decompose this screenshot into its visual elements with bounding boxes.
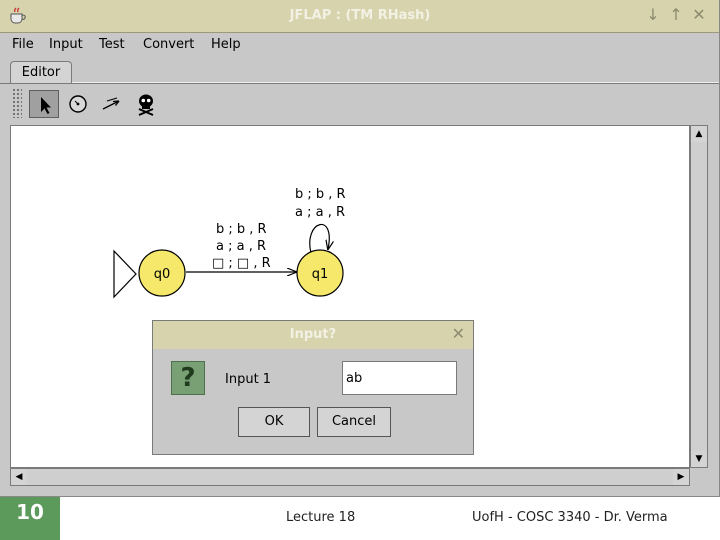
state-circle-icon	[69, 95, 87, 113]
transition-label: a ; a , R	[295, 205, 345, 220]
tab-divider	[0, 83, 719, 84]
deleter-tool[interactable]	[131, 90, 161, 118]
input-string-field[interactable]	[342, 361, 457, 395]
question-icon: ?	[171, 361, 205, 395]
slide-footer-lecture: Lecture 18	[286, 510, 356, 525]
scroll-down-icon[interactable]: ▼	[691, 451, 707, 467]
initial-state-triangle	[113, 249, 137, 299]
window-title: JFLAP : (TM RHash)	[289, 8, 431, 23]
maximize-icon[interactable]: ↑	[667, 6, 685, 24]
transition-label: b ; b , R	[295, 187, 346, 202]
dialog-title: Input?	[289, 327, 337, 342]
transition-label: b ; b , R	[216, 222, 267, 237]
menu-convert[interactable]: Convert	[143, 37, 194, 52]
state-q0[interactable]: q0	[138, 249, 186, 297]
state-creator-tool[interactable]	[63, 90, 93, 118]
arrow-pointer-icon	[41, 97, 51, 114]
transition-label: □ ; □ , R	[212, 256, 271, 271]
tab-divider-highlight	[72, 82, 719, 83]
skull-icon	[138, 94, 154, 116]
transition-creator-tool[interactable]	[97, 90, 127, 118]
state-q0-label: q0	[154, 267, 171, 282]
menu-bar: File Input Test Convert Help	[0, 32, 719, 58]
menu-help[interactable]: Help	[211, 37, 241, 52]
title-bar[interactable]: JFLAP : (TM RHash) ↓ ↑ ✕	[0, 0, 719, 33]
toolbar-grip[interactable]	[12, 88, 22, 118]
transition-label: a ; a , R	[216, 239, 266, 254]
slide-footer-author: UofH - COSC 3340 - Dr. Verma	[472, 510, 668, 525]
dialog-close-icon[interactable]: ✕	[452, 325, 465, 343]
transition-q1-loop[interactable]	[309, 223, 330, 254]
menu-file[interactable]: File	[12, 37, 34, 52]
input-prompt-label: Input 1	[225, 372, 272, 387]
scroll-up-icon[interactable]: ▲	[691, 126, 707, 142]
attribute-editor-tool[interactable]	[29, 90, 59, 118]
cancel-button[interactable]: Cancel	[317, 407, 391, 437]
scroll-left-icon[interactable]: ◀	[11, 469, 27, 485]
scroll-right-icon[interactable]: ▶	[673, 469, 689, 485]
state-q1-label: q1	[312, 267, 329, 282]
menu-test[interactable]: Test	[99, 37, 125, 52]
jflap-window: JFLAP : (TM RHash) ↓ ↑ ✕ File Input Test…	[0, 0, 720, 497]
state-q1[interactable]: q1	[296, 249, 344, 297]
input-dialog: Input? ✕ ? Input 1 OK Cancel	[152, 320, 474, 455]
tab-editor[interactable]: Editor	[10, 61, 72, 83]
ok-button[interactable]: OK	[238, 407, 310, 437]
transition-arrow-icon	[102, 97, 120, 110]
menu-input[interactable]: Input	[49, 37, 83, 52]
slide-page-number: 10	[0, 497, 60, 540]
close-icon[interactable]: ✕	[690, 6, 708, 24]
scrollbar-corner	[690, 468, 708, 486]
vertical-scrollbar[interactable]: ▲ ▼	[690, 125, 708, 468]
horizontal-scrollbar[interactable]: ◀ ▶	[10, 468, 690, 486]
dialog-title-bar[interactable]: Input? ✕	[153, 321, 473, 349]
minimize-icon[interactable]: ↓	[644, 6, 662, 24]
